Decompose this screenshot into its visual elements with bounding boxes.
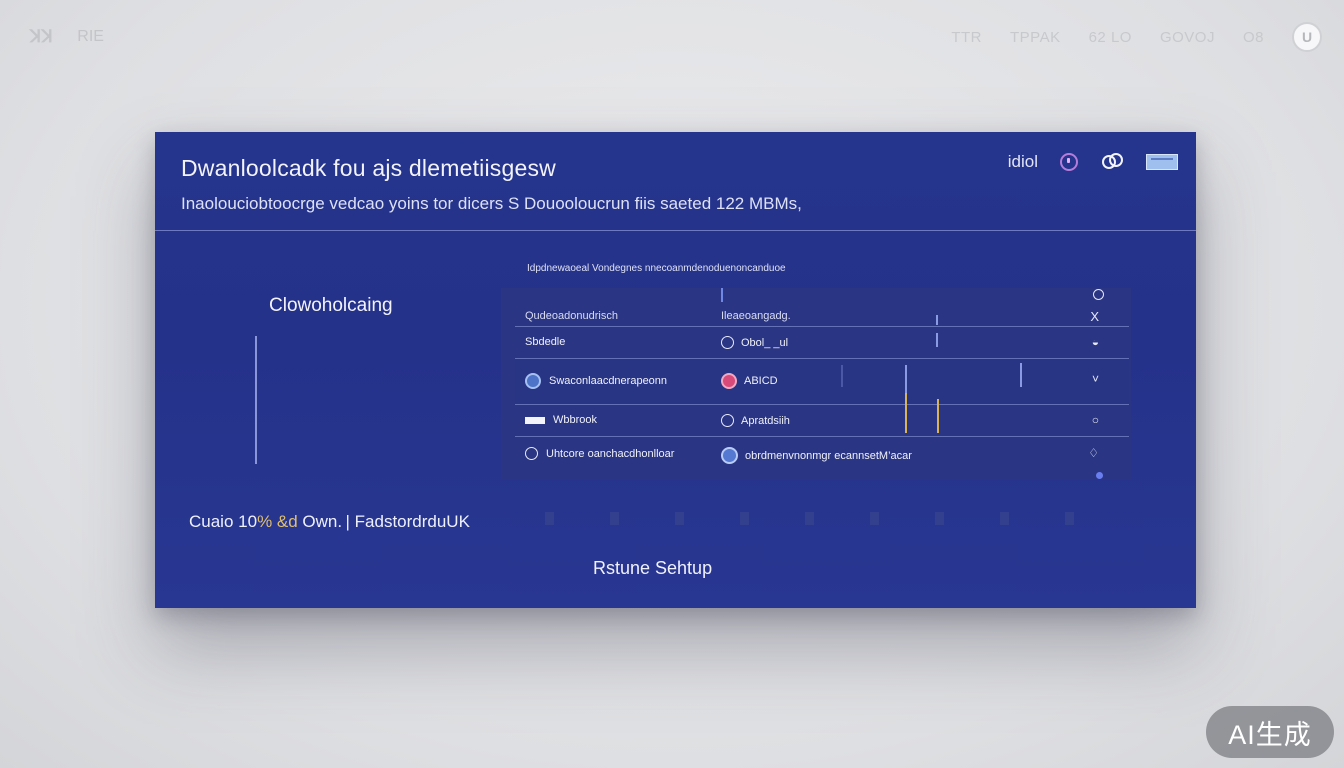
top-nav-item-5[interactable]: O8 bbox=[1243, 29, 1264, 46]
list-header: Qudeoadonudrisch Ileaeoangadg. X bbox=[525, 309, 1129, 326]
progress-tick bbox=[936, 333, 938, 347]
list-item-detail: Apratdsiih bbox=[721, 414, 790, 427]
top-nav-item-4[interactable]: GOVOJ bbox=[1160, 29, 1215, 46]
top-bar-right: TTR TPPAK 62 LO GOVOJ O8 U bbox=[951, 22, 1322, 52]
user-avatar[interactable]: U bbox=[1292, 22, 1322, 52]
list-item-detail: Obol_ _ul bbox=[721, 336, 788, 349]
progress-track bbox=[255, 336, 257, 464]
header-divider bbox=[155, 230, 1196, 231]
dialog-header-actions: idiol bbox=[1008, 152, 1178, 172]
progress-tick bbox=[1020, 363, 1022, 387]
globe-icon bbox=[525, 373, 541, 389]
restore-setup-button[interactable]: Rstune Sehtup bbox=[587, 556, 718, 580]
info-icon[interactable] bbox=[1060, 153, 1078, 171]
list-item-name: Sbdedle bbox=[525, 336, 566, 348]
list-item[interactable]: Uhtcore oanchacdhonlloar obrdmenvnonmgr … bbox=[515, 436, 1129, 475]
progress-tick bbox=[937, 399, 939, 433]
top-bar: ꓘꓘ RIE TTR TPPAK 62 LO GOVOJ O8 U bbox=[0, 0, 1344, 72]
list-item-name: Uhtcore oanchacdhonlloar bbox=[525, 447, 674, 460]
list-caption: Idpdnewaoeal Vondegnes nnecoanmdenodueno… bbox=[527, 263, 786, 274]
list-item-detail: obrdmenvnonmgr ecannsetM’acar bbox=[721, 447, 912, 464]
cloud-icon[interactable] bbox=[1100, 152, 1124, 172]
dialog-title: Dwanloolcadk fou ajs dlemetiisgesw bbox=[181, 155, 556, 181]
row-action-icon[interactable]: ♢ bbox=[1088, 446, 1099, 460]
row-action-icon[interactable]: ˅ bbox=[1092, 372, 1099, 386]
list-item-name: Swaconlaacdnerapeonn bbox=[525, 373, 667, 389]
column-marker bbox=[721, 288, 723, 302]
radio-icon bbox=[721, 414, 734, 427]
row-action-icon[interactable]: ○ bbox=[1092, 413, 1099, 427]
top-nav-item-2[interactable]: TPPAK bbox=[1010, 29, 1061, 46]
list-item[interactable]: Sbdedle Obol_ _ul ◒ bbox=[515, 315, 1129, 359]
settings-icon[interactable] bbox=[1093, 289, 1104, 300]
radio-icon bbox=[721, 336, 734, 349]
list-header-col1: Qudeoadonudrisch bbox=[525, 310, 618, 322]
file-icon bbox=[721, 373, 737, 389]
top-nav-item-3[interactable]: 62 LO bbox=[1089, 29, 1132, 46]
list-header-col2: Ileaeoangadg. bbox=[721, 310, 791, 322]
language-flag-icon[interactable] bbox=[1146, 154, 1178, 170]
section-title: Clowoholcaing bbox=[269, 295, 393, 316]
top-nav-item-1[interactable]: TTR bbox=[951, 29, 982, 46]
globe-icon bbox=[721, 447, 738, 464]
download-dialog: Dwanloolcadk fou ajs dlemetiisgesw Inaol… bbox=[155, 132, 1196, 608]
close-icon[interactable]: X bbox=[1090, 309, 1099, 324]
progress-tick bbox=[841, 365, 843, 387]
row-action-icon[interactable]: ◒ bbox=[1092, 335, 1099, 349]
ai-generated-badge: AI生成 bbox=[1206, 706, 1334, 758]
top-bar-left: ꓘꓘ RIE bbox=[30, 27, 104, 47]
status-dot bbox=[1096, 472, 1103, 479]
app-logo[interactable]: ꓘꓘ bbox=[30, 27, 53, 47]
folder-icon bbox=[525, 416, 545, 424]
list-item-detail: ABICD bbox=[721, 373, 778, 389]
target-icon bbox=[525, 447, 538, 460]
app-name[interactable]: RIE bbox=[77, 28, 104, 46]
progress-tick bbox=[905, 393, 907, 433]
download-status: Cuaio 10% &d Own. | FadstordrduUK bbox=[189, 512, 470, 531]
dialog-subtitle: Inaolouciobtoocrge vedcao yoins tor dice… bbox=[181, 194, 802, 213]
faint-indicators bbox=[545, 512, 1074, 525]
header-label: idiol bbox=[1007, 152, 1038, 171]
list-item[interactable]: Swaconlaacdnerapeonn ABICD ˅ bbox=[515, 358, 1129, 405]
list-item-name: Wbbrook bbox=[525, 414, 597, 426]
progress-tick bbox=[936, 315, 938, 325]
list-item[interactable]: Wbbrook Apratdsiih ○ bbox=[515, 393, 1129, 437]
